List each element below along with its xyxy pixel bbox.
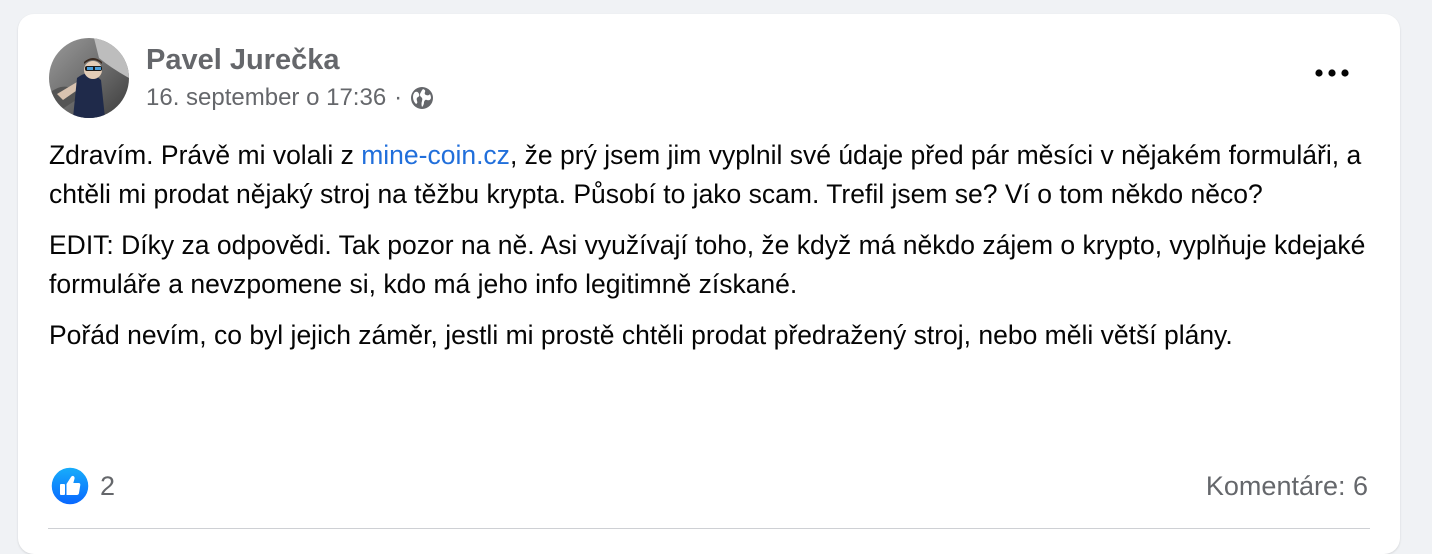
more-horizontal-icon	[1315, 69, 1349, 77]
post-content: Zdravím. Právě mi volali z mine-coin.cz,…	[49, 136, 1369, 367]
footer-divider	[48, 528, 1370, 529]
paragraph-1-before-link: Zdravím. Právě mi volali z	[49, 140, 362, 170]
globe-icon[interactable]	[410, 86, 434, 110]
post-meta: Pavel Jurečka 16. september o 17:36 ·	[146, 43, 434, 113]
post-footer: 2 Komentáre: 6	[50, 466, 1368, 506]
reactions-summary[interactable]: 2	[50, 466, 115, 506]
comments-count-link[interactable]: Komentáre: 6	[1206, 471, 1368, 502]
post-paragraph-2: EDIT: Díky za odpovědi. Tak pozor na ně.…	[49, 230, 1366, 299]
like-count: 2	[100, 470, 116, 501]
avatar-photo	[49, 38, 129, 118]
avatar[interactable]	[49, 38, 129, 118]
like-icon	[50, 466, 90, 506]
post-paragraph-1: Zdravím. Právě mi volali z mine-coin.cz,…	[49, 136, 1369, 214]
post-card: Pavel Jurečka 16. september o 17:36 · Zd…	[18, 14, 1400, 554]
author-name[interactable]: Pavel Jurečka	[146, 43, 434, 77]
more-options-button[interactable]	[1310, 58, 1354, 88]
post-date[interactable]: 16. september o 17:36	[146, 83, 386, 113]
post-header: Pavel Jurečka 16. september o 17:36 ·	[49, 38, 434, 118]
post-paragraph-3: Pořád nevím, co byl jejich záměr, jestli…	[49, 320, 1233, 350]
post-subline: 16. september o 17:36 ·	[146, 83, 434, 113]
mine-coin-link[interactable]: mine-coin.cz	[361, 140, 510, 170]
separator: ·	[394, 84, 403, 111]
